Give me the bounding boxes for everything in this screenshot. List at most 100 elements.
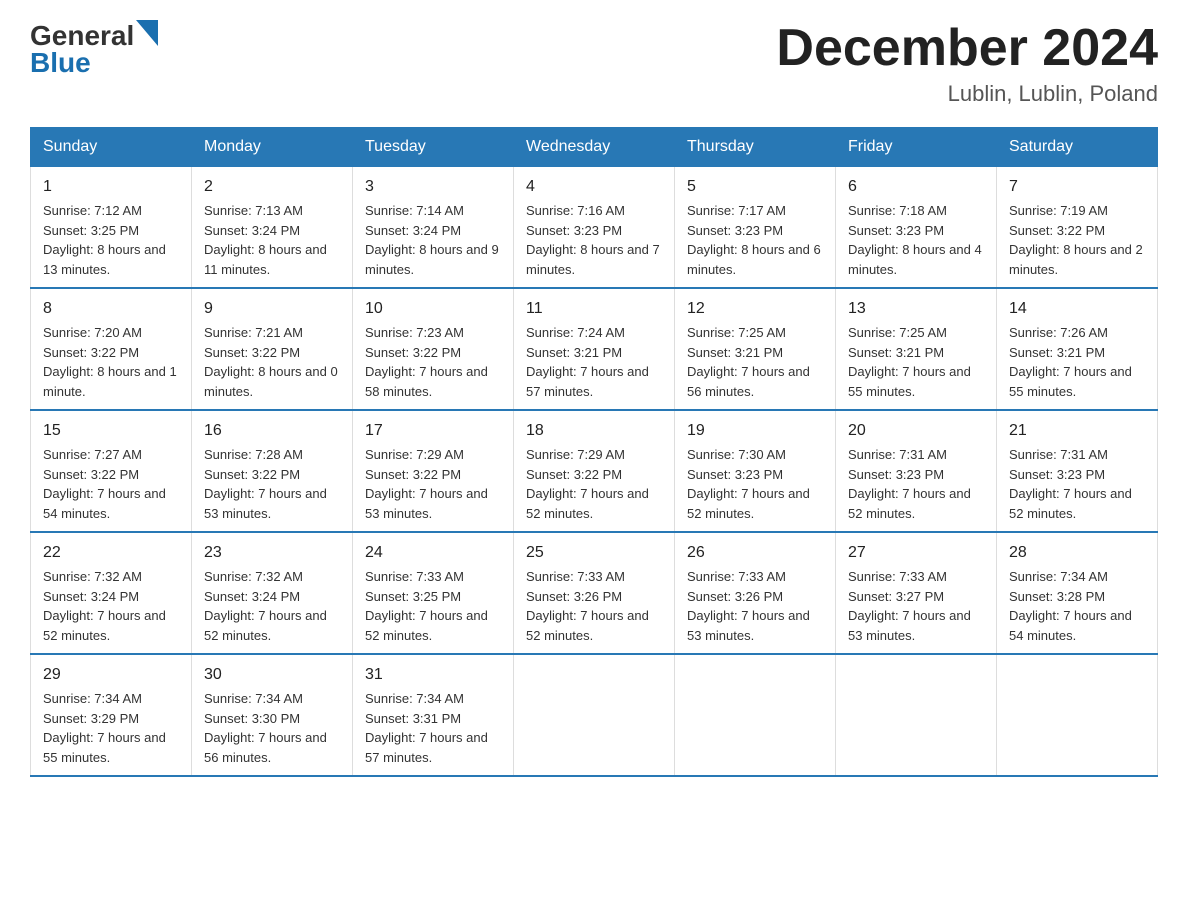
calendar-cell: 15Sunrise: 7:27 AMSunset: 3:22 PMDayligh… <box>31 410 192 532</box>
calendar-cell: 28 Sunrise: 7:34 AMSunset: 3:28 PMDayligh… <box>997 532 1158 654</box>
calendar-cell: 21 Sunrise: 7:31 AMSunset: 3:23 PMDayligh… <box>997 410 1158 532</box>
page-header: General Blue December 2024 Lublin, Lubli… <box>30 20 1158 107</box>
day-number: 9 <box>204 297 340 321</box>
day-number: 23 <box>204 541 340 565</box>
day-number: 1 <box>43 175 179 199</box>
day-info: Sunrise: 7:19 AMSunset: 3:22 PMDaylight:… <box>1009 203 1143 277</box>
day-number: 11 <box>526 297 662 321</box>
day-info: Sunrise: 7:23 AMSunset: 3:22 PMDaylight:… <box>365 325 488 399</box>
calendar-cell: 23 Sunrise: 7:32 AMSunset: 3:24 PMDayligh… <box>192 532 353 654</box>
calendar-cell: 25Sunrise: 7:33 AMSunset: 3:26 PMDayligh… <box>514 532 675 654</box>
calendar-cell: 8 Sunrise: 7:20 AMSunset: 3:22 PMDaylight… <box>31 288 192 410</box>
day-number: 16 <box>204 419 340 443</box>
day-number: 28 <box>1009 541 1145 565</box>
day-number: 8 <box>43 297 179 321</box>
header-sunday: Sunday <box>31 128 192 167</box>
week-row-4: 22Sunrise: 7:32 AMSunset: 3:24 PMDayligh… <box>31 532 1158 654</box>
day-info: Sunrise: 7:29 AMSunset: 3:22 PMDaylight:… <box>365 447 488 521</box>
day-info: Sunrise: 7:21 AMSunset: 3:22 PMDaylight:… <box>204 325 338 399</box>
calendar-cell: 2 Sunrise: 7:13 AMSunset: 3:24 PMDaylight… <box>192 167 353 289</box>
day-number: 20 <box>848 419 984 443</box>
calendar-cell: 4 Sunrise: 7:16 AMSunset: 3:23 PMDaylight… <box>514 167 675 289</box>
day-number: 17 <box>365 419 501 443</box>
day-info: Sunrise: 7:17 AMSunset: 3:23 PMDaylight:… <box>687 203 821 277</box>
day-number: 21 <box>1009 419 1145 443</box>
calendar-cell: 1 Sunrise: 7:12 AMSunset: 3:25 PMDaylight… <box>31 167 192 289</box>
day-info: Sunrise: 7:33 AMSunset: 3:26 PMDaylight:… <box>526 569 649 643</box>
day-number: 6 <box>848 175 984 199</box>
day-number: 4 <box>526 175 662 199</box>
day-number: 30 <box>204 663 340 687</box>
day-info: Sunrise: 7:33 AMSunset: 3:25 PMDaylight:… <box>365 569 488 643</box>
day-info: Sunrise: 7:24 AMSunset: 3:21 PMDaylight:… <box>526 325 649 399</box>
day-info: Sunrise: 7:31 AMSunset: 3:23 PMDaylight:… <box>1009 447 1132 521</box>
day-number: 7 <box>1009 175 1145 199</box>
day-info: Sunrise: 7:16 AMSunset: 3:23 PMDaylight:… <box>526 203 660 277</box>
calendar-cell: 20 Sunrise: 7:31 AMSunset: 3:23 PMDayligh… <box>836 410 997 532</box>
calendar-table: SundayMondayTuesdayWednesdayThursdayFrid… <box>30 127 1158 777</box>
day-info: Sunrise: 7:12 AMSunset: 3:25 PMDaylight:… <box>43 203 166 277</box>
calendar-cell: 7 Sunrise: 7:19 AMSunset: 3:22 PMDaylight… <box>997 167 1158 289</box>
calendar-cell: 14Sunrise: 7:26 AMSunset: 3:21 PMDayligh… <box>997 288 1158 410</box>
day-info: Sunrise: 7:34 AMSunset: 3:30 PMDaylight:… <box>204 691 327 765</box>
day-info: Sunrise: 7:34 AMSunset: 3:28 PMDaylight:… <box>1009 569 1132 643</box>
day-number: 5 <box>687 175 823 199</box>
calendar-cell: 10 Sunrise: 7:23 AMSunset: 3:22 PMDayligh… <box>353 288 514 410</box>
header-saturday: Saturday <box>997 128 1158 167</box>
day-number: 29 <box>43 663 179 687</box>
calendar-cell: 16 Sunrise: 7:28 AMSunset: 3:22 PMDayligh… <box>192 410 353 532</box>
day-info: Sunrise: 7:28 AMSunset: 3:22 PMDaylight:… <box>204 447 327 521</box>
day-number: 18 <box>526 419 662 443</box>
logo-arrow-icon <box>136 20 158 46</box>
day-number: 14 <box>1009 297 1145 321</box>
day-info: Sunrise: 7:33 AMSunset: 3:27 PMDaylight:… <box>848 569 971 643</box>
week-row-5: 29 Sunrise: 7:34 AMSunset: 3:29 PMDayligh… <box>31 654 1158 776</box>
week-row-3: 15Sunrise: 7:27 AMSunset: 3:22 PMDayligh… <box>31 410 1158 532</box>
month-title: December 2024 <box>776 20 1158 77</box>
day-number: 31 <box>365 663 501 687</box>
day-info: Sunrise: 7:32 AMSunset: 3:24 PMDaylight:… <box>43 569 166 643</box>
day-number: 2 <box>204 175 340 199</box>
calendar-header-row: SundayMondayTuesdayWednesdayThursdayFrid… <box>31 128 1158 167</box>
day-number: 3 <box>365 175 501 199</box>
day-info: Sunrise: 7:31 AMSunset: 3:23 PMDaylight:… <box>848 447 971 521</box>
day-number: 12 <box>687 297 823 321</box>
calendar-cell: 12 Sunrise: 7:25 AMSunset: 3:21 PMDayligh… <box>675 288 836 410</box>
calendar-cell: 11 Sunrise: 7:24 AMSunset: 3:21 PMDayligh… <box>514 288 675 410</box>
calendar-cell <box>675 654 836 776</box>
day-info: Sunrise: 7:20 AMSunset: 3:22 PMDaylight:… <box>43 325 177 399</box>
logo-general: General <box>30 22 134 50</box>
day-info: Sunrise: 7:25 AMSunset: 3:21 PMDaylight:… <box>848 325 971 399</box>
location: Lublin, Lublin, Poland <box>776 81 1158 107</box>
day-info: Sunrise: 7:34 AMSunset: 3:29 PMDaylight:… <box>43 691 166 765</box>
calendar-cell: 19Sunrise: 7:30 AMSunset: 3:23 PMDayligh… <box>675 410 836 532</box>
day-info: Sunrise: 7:33 AMSunset: 3:26 PMDaylight:… <box>687 569 810 643</box>
day-info: Sunrise: 7:34 AMSunset: 3:31 PMDaylight:… <box>365 691 488 765</box>
day-number: 19 <box>687 419 823 443</box>
calendar-cell: 26 Sunrise: 7:33 AMSunset: 3:26 PMDayligh… <box>675 532 836 654</box>
day-number: 10 <box>365 297 501 321</box>
header-monday: Monday <box>192 128 353 167</box>
header-tuesday: Tuesday <box>353 128 514 167</box>
header-thursday: Thursday <box>675 128 836 167</box>
calendar-cell <box>514 654 675 776</box>
day-info: Sunrise: 7:27 AMSunset: 3:22 PMDaylight:… <box>43 447 166 521</box>
calendar-cell: 29 Sunrise: 7:34 AMSunset: 3:29 PMDayligh… <box>31 654 192 776</box>
calendar-cell: 27 Sunrise: 7:33 AMSunset: 3:27 PMDayligh… <box>836 532 997 654</box>
logo: General Blue <box>30 20 158 79</box>
calendar-cell <box>997 654 1158 776</box>
day-number: 26 <box>687 541 823 565</box>
calendar-cell: 3 Sunrise: 7:14 AMSunset: 3:24 PMDaylight… <box>353 167 514 289</box>
day-info: Sunrise: 7:29 AMSunset: 3:22 PMDaylight:… <box>526 447 649 521</box>
day-info: Sunrise: 7:18 AMSunset: 3:23 PMDaylight:… <box>848 203 982 277</box>
day-info: Sunrise: 7:13 AMSunset: 3:24 PMDaylight:… <box>204 203 327 277</box>
day-info: Sunrise: 7:25 AMSunset: 3:21 PMDaylight:… <box>687 325 810 399</box>
day-number: 24 <box>365 541 501 565</box>
calendar-cell: 17 Sunrise: 7:29 AMSunset: 3:22 PMDayligh… <box>353 410 514 532</box>
calendar-cell: 6 Sunrise: 7:18 AMSunset: 3:23 PMDaylight… <box>836 167 997 289</box>
day-info: Sunrise: 7:32 AMSunset: 3:24 PMDaylight:… <box>204 569 327 643</box>
logo-blue: Blue <box>30 47 91 79</box>
day-number: 27 <box>848 541 984 565</box>
day-info: Sunrise: 7:14 AMSunset: 3:24 PMDaylight:… <box>365 203 499 277</box>
calendar-cell: 9 Sunrise: 7:21 AMSunset: 3:22 PMDaylight… <box>192 288 353 410</box>
